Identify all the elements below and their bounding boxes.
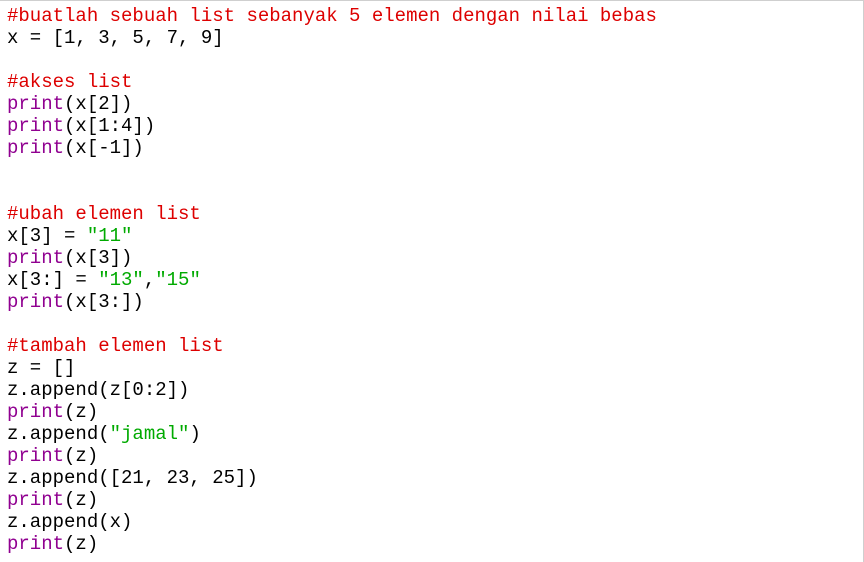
code-line[interactable]: z.append(x) [7,511,859,533]
token-string: "jamal" [109,423,190,445]
token-comment: #tambah elemen list [7,335,224,357]
token-comment: #ubah elemen list [7,203,201,225]
token-builtin: print [7,137,65,159]
code-line[interactable]: print(x[3]) [7,247,859,269]
token-default: , [143,269,156,291]
token-builtin: print [7,247,65,269]
token-default: x[3:] = [7,269,99,291]
code-line[interactable]: z.append([21, 23, 25]) [7,467,859,489]
token-builtin: print [7,291,65,313]
code-line[interactable]: print(x[1:4]) [7,115,859,137]
token-string: "11" [86,225,133,247]
code-line[interactable]: #buatlah sebuah list sebanyak 5 elemen d… [7,5,859,27]
code-line[interactable]: print(z) [7,401,859,423]
code-line[interactable]: ​ [7,159,859,181]
code-line[interactable]: print(x[3:]) [7,291,859,313]
code-line[interactable]: z.append(z[0:2]) [7,379,859,401]
token-string: "15" [155,269,201,291]
code-line[interactable]: ​ [7,181,859,203]
code-line[interactable]: print(x[2]) [7,93,859,115]
token-builtin: print [7,401,65,423]
token-comment: #buatlah sebuah list sebanyak 5 elemen d… [7,5,657,27]
token-default: (z) [64,401,99,423]
code-line[interactable]: print(z) [7,489,859,511]
token-builtin: print [7,489,65,511]
code-line[interactable]: #ubah elemen list [7,203,859,225]
token-default: z = [] [7,357,76,379]
code-line[interactable]: print(z) [7,533,859,555]
token-builtin: print [7,115,65,137]
code-line[interactable]: #tambah elemen list [7,335,859,357]
token-comment: #akses list [7,71,133,93]
code-line[interactable]: x[3:] = "13","15" [7,269,859,291]
code-line[interactable]: z.append("jamal") [7,423,859,445]
token-default: (x[1:4]) [64,115,156,137]
code-line[interactable]: x = [1, 3, 5, 7, 9] [7,27,859,49]
token-default: (x[3]) [64,247,133,269]
code-line[interactable]: #akses list [7,71,859,93]
code-editor[interactable]: #buatlah sebuah list sebanyak 5 elemen d… [0,0,864,562]
code-line[interactable]: z = [] [7,357,859,379]
code-line[interactable]: print(x[-1]) [7,137,859,159]
token-default: (x[-1]) [64,137,144,159]
token-default: (x[2]) [64,93,133,115]
token-default: z.append(z[0:2]) [7,379,190,401]
token-default: x[3] = [7,225,87,247]
token-default: z.append( [7,423,110,445]
code-line[interactable]: x[3] = "11" [7,225,859,247]
token-default: (z) [64,533,99,555]
token-builtin: print [7,533,65,555]
token-default: (z) [64,445,99,467]
code-line[interactable]: print(z) [7,445,859,467]
code-line[interactable]: ​ [7,313,859,335]
token-default: x = [1, 3, 5, 7, 9] [7,27,224,49]
code-text-area[interactable]: #buatlah sebuah list sebanyak 5 elemen d… [7,5,859,562]
token-builtin: print [7,93,65,115]
token-builtin: print [7,445,65,467]
token-default: z.append([21, 23, 25]) [7,467,258,489]
token-default: ) [189,423,201,445]
token-default: z.append(x) [7,511,133,533]
token-string: "13" [98,269,144,291]
token-default: (x[3:]) [64,291,144,313]
code-line[interactable]: ​ [7,49,859,71]
token-default: (z) [64,489,99,511]
